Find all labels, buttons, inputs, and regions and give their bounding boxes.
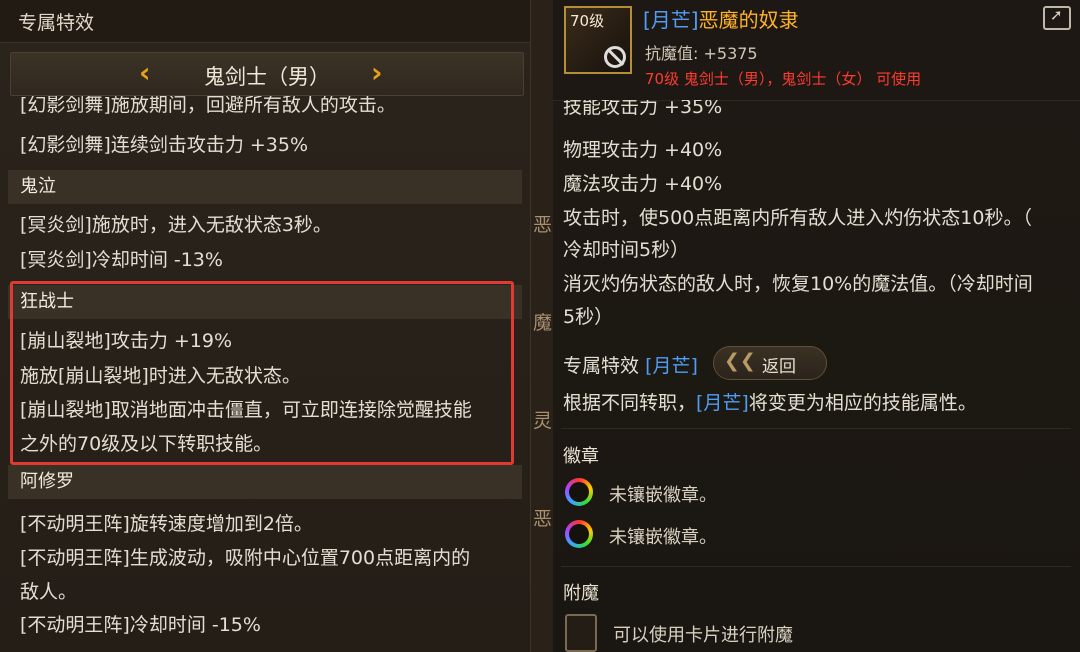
item-level: 70级 bbox=[570, 12, 605, 30]
item-header: 70级 [月芒]恶魔的奴隶 抗魔值: +5375 70级 鬼剑士（男），鬼剑士（… bbox=[553, 0, 1080, 101]
special-effect-heading: 专属特效 [月芒] bbox=[563, 351, 698, 378]
effect-line: [不动明王阵]冷却时间 -15% bbox=[20, 614, 261, 636]
effect-line: [幻影剑舞]连续剑击攻击力 +35% bbox=[20, 134, 309, 156]
class-name-label: 鬼剑士（男） bbox=[204, 65, 330, 89]
background-text: 魔 bbox=[533, 312, 553, 334]
effect-line: [不动明王阵]旋转速度增加到2倍。 bbox=[20, 513, 313, 535]
panel-header: 专属特效 bbox=[0, 0, 530, 43]
effect-line: 敌人。 bbox=[20, 581, 78, 603]
item-tag: [月芒] bbox=[643, 8, 699, 32]
back-button-label: 返回 bbox=[762, 357, 796, 377]
enchant-hint: 可以使用卡片进行附魔 bbox=[613, 625, 793, 646]
item-stat: 抗魔值: +5375 bbox=[645, 44, 758, 63]
desc-post: 将变更为相应的技能属性。 bbox=[748, 392, 977, 414]
effect-line: [不动明王阵]生成波动，吸附中心位置700点距离内的 bbox=[20, 547, 471, 569]
next-class-arrow-icon[interactable]: › bbox=[371, 56, 383, 90]
effect-line: 冷却时间5秒） bbox=[563, 239, 690, 261]
effect-line: 攻击时，使500点距离内所有敌人进入灼伤状态10秒。（ bbox=[563, 207, 1032, 229]
effect-line: [幻影剑舞]施放期间，回避所有敌人的攻击。 bbox=[20, 96, 396, 116]
badges-title: 徽章 bbox=[563, 446, 599, 467]
badge-slot-label: 未镶嵌徽章。 bbox=[609, 527, 717, 548]
effect-line: 消灭灼伤状态的敌人时，恢复10%的魔法值。（冷却时间 bbox=[563, 273, 1033, 295]
stat-line: 魔法攻击力 +40% bbox=[563, 173, 723, 195]
section-header-ghost-cry: 鬼泣 bbox=[8, 170, 522, 204]
effect-line: [冥炎剑]冷却时间 -13% bbox=[20, 249, 223, 271]
desc-pre: 根据不同转职， bbox=[563, 392, 697, 414]
panel-title: 专属特效 bbox=[18, 12, 95, 34]
item-title: 恶魔的奴隶 bbox=[698, 8, 799, 32]
effect-line: 5秒） bbox=[563, 306, 614, 328]
special-effect-description: 根据不同转职，[月芒]将变更为相应的技能属性。 bbox=[563, 388, 977, 415]
divider bbox=[561, 428, 1071, 429]
card-slot-icon[interactable] bbox=[565, 614, 597, 652]
section-header-asura: 阿修罗 bbox=[8, 465, 522, 499]
special-effect-tag: [月芒] bbox=[645, 355, 698, 377]
background-text: 灵 bbox=[533, 410, 553, 432]
class-selector: ‹ 鬼剑士（男） › bbox=[10, 52, 524, 96]
double-chevron-left-icon: ❮❮ bbox=[724, 350, 756, 372]
stat-line: 物理攻击力 +40% bbox=[563, 139, 723, 161]
background-text: 恶 bbox=[533, 214, 553, 236]
highlight-box bbox=[10, 281, 514, 465]
desc-tag: [月芒] bbox=[696, 392, 749, 414]
badge-slot-label: 未镶嵌徽章。 bbox=[609, 485, 717, 506]
stat-line: 技能攻击力 +35% bbox=[563, 100, 723, 118]
enchant-title: 附魔 bbox=[563, 583, 599, 604]
divider bbox=[561, 566, 1071, 567]
background-text: 恶 bbox=[533, 508, 553, 530]
share-icon[interactable] bbox=[1043, 6, 1071, 30]
exclusive-effects-panel: 专属特效 ‹ 鬼剑士（男） › [幻影剑舞]施放期间，回避所有敌人的攻击。 [幻… bbox=[0, 0, 531, 652]
special-effect-label: 专属特效 bbox=[563, 355, 640, 377]
item-requirement: 70级 鬼剑士（男），鬼剑士（女） 可使用 bbox=[645, 70, 922, 88]
back-button[interactable]: ❮❮ 返回 bbox=[713, 346, 827, 380]
item-details[interactable]: 技能攻击力 +35% 物理攻击力 +40% 魔法攻击力 +40% 攻击时，使50… bbox=[553, 100, 1080, 652]
item-name: [月芒]恶魔的奴隶 bbox=[643, 4, 799, 33]
effect-line: [冥炎剑]施放时，进入无敌状态3秒。 bbox=[20, 214, 332, 236]
item-icon[interactable]: 70级 bbox=[564, 6, 632, 74]
prohibited-icon bbox=[604, 46, 626, 68]
badge-slot-icon[interactable] bbox=[565, 520, 593, 548]
item-tooltip: 70级 [月芒]恶魔的奴隶 抗魔值: +5375 70级 鬼剑士（男），鬼剑士（… bbox=[553, 0, 1080, 652]
badge-slot-icon[interactable] bbox=[565, 478, 593, 506]
